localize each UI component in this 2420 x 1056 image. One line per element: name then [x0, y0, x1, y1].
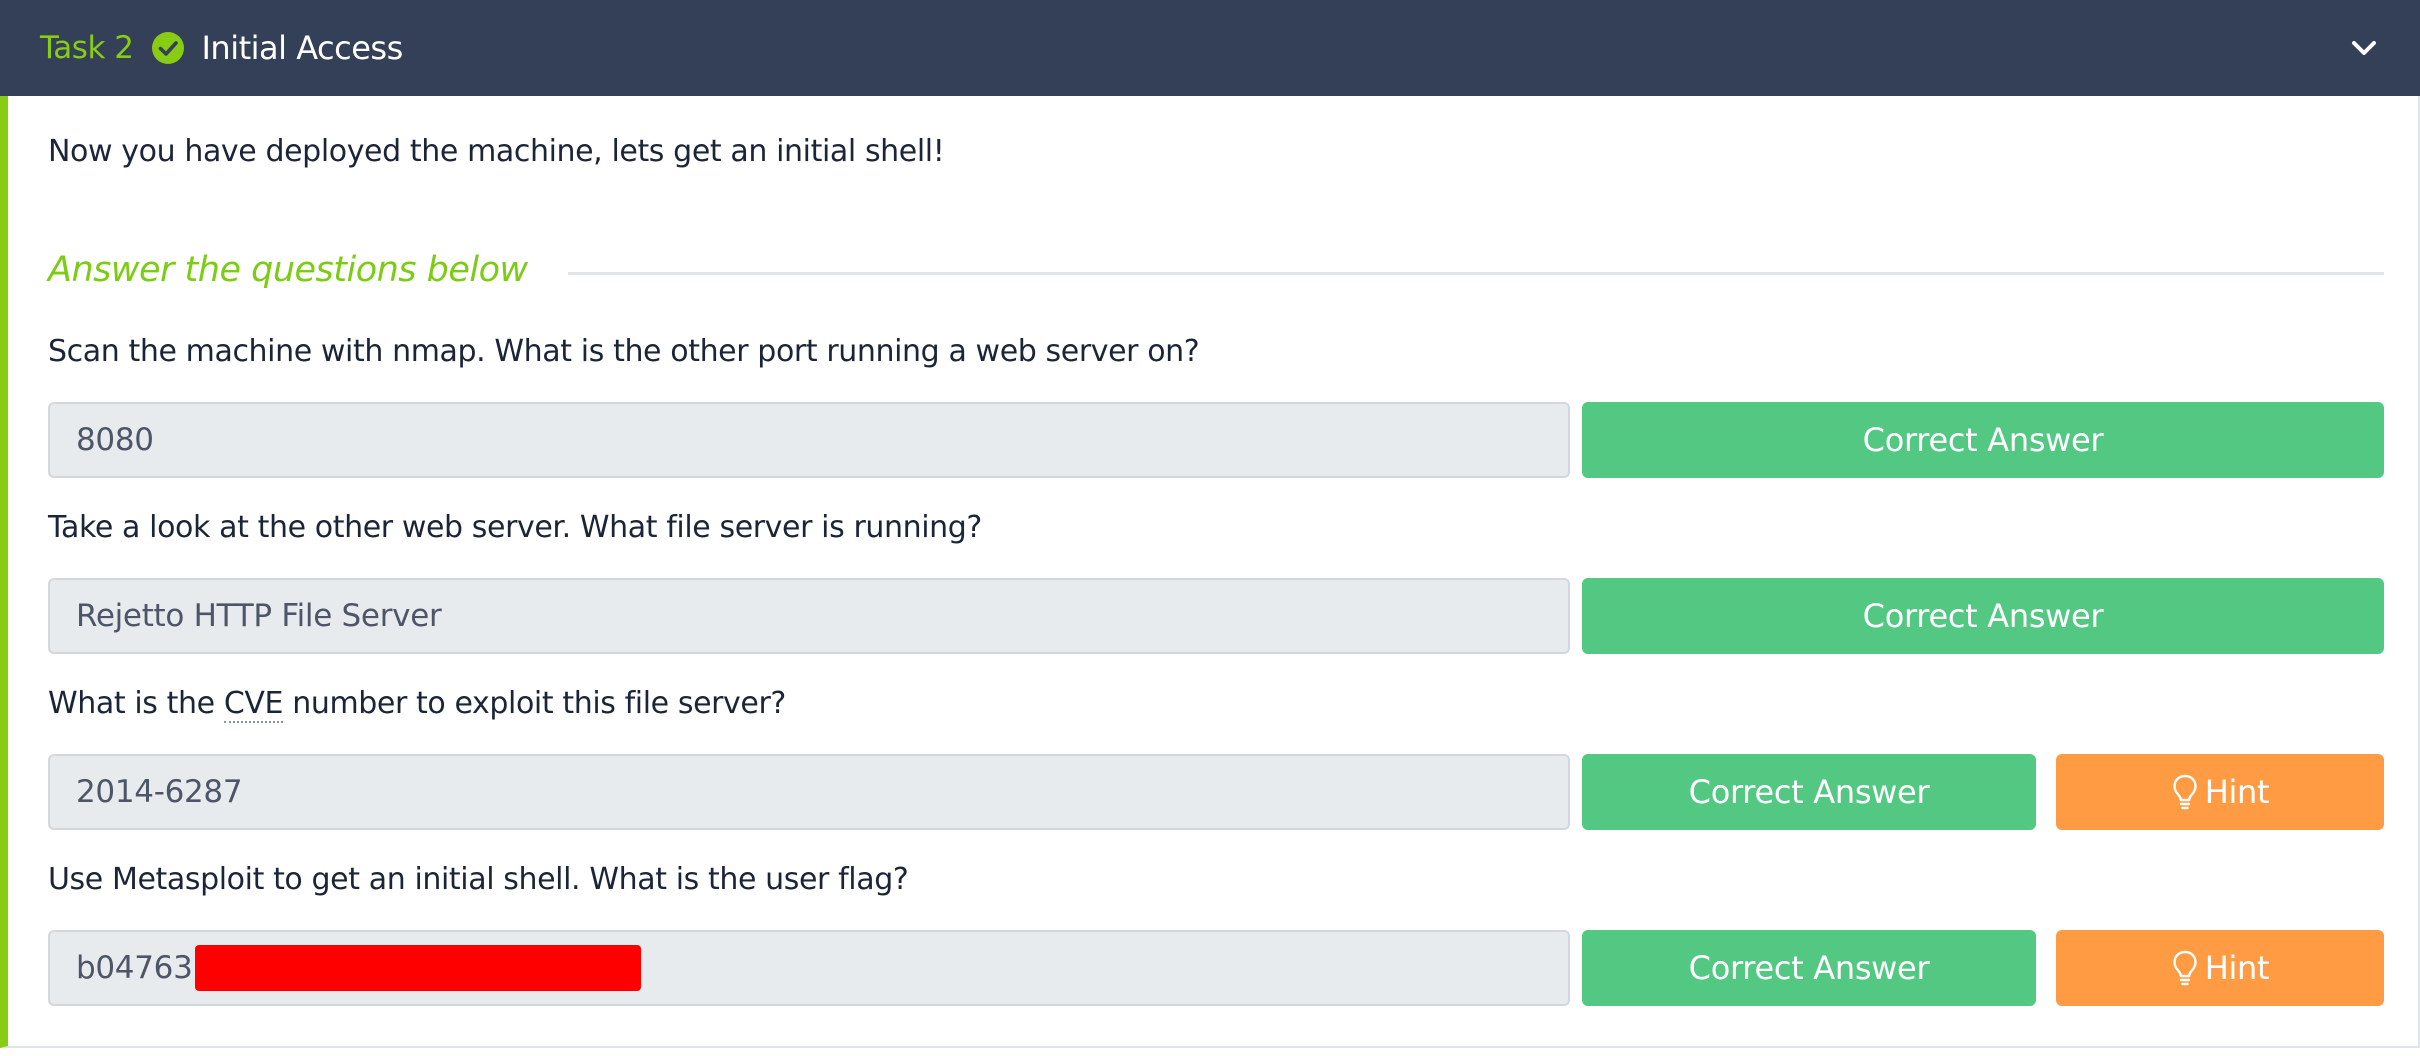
question-1-correct-answer-label: Correct Answer [1862, 421, 2104, 459]
lightbulb-icon [2173, 774, 2197, 810]
question-3-text-before: What is the [48, 686, 224, 721]
section-heading: Answer the questions below [48, 250, 528, 290]
question-4-correct-answer-button[interactable]: Correct Answer [1582, 930, 2036, 1006]
section-divider [568, 272, 2384, 275]
lightbulb-icon [2173, 950, 2197, 986]
check-circle-icon [152, 32, 185, 64]
question-1-text: Scan the machine with nmap. What is the … [48, 334, 1200, 369]
question-3-text-after: number to exploit this file server? [283, 686, 786, 721]
question-1-answer-value: 8080 [76, 422, 154, 458]
redaction-block [194, 945, 641, 991]
question-3-answer-value: 2014-6287 [76, 774, 243, 810]
question-3-hint-label: Hint [2204, 773, 2270, 811]
question-4-correct-answer-label: Correct Answer [1688, 949, 1930, 987]
question-3-hint-button[interactable]: Hint [2056, 754, 2384, 830]
question-4-text: Use Metasploit to get an initial shell. … [48, 862, 909, 897]
chevron-down-icon[interactable] [2342, 26, 2386, 70]
question-2-correct-answer-label: Correct Answer [1862, 597, 2104, 635]
question-4-hint-label: Hint [2204, 949, 2270, 987]
question-2-correct-answer-button[interactable]: Correct Answer [1582, 578, 2384, 654]
question-2-text: Take a look at the other web server. Wha… [48, 510, 982, 545]
task-header[interactable]: Task 2 Initial Access [0, 0, 2420, 96]
question-4-answer-value: b04763 [76, 950, 193, 986]
question-2-answer-value: Rejetto HTTP File Server [76, 598, 442, 634]
question-3-text: What is the CVE number to exploit this f… [48, 686, 786, 723]
question-1-answer-field[interactable]: 8080 [48, 402, 1570, 478]
question-3-answer-field[interactable]: 2014-6287 [48, 754, 1570, 830]
task-title: Initial Access [201, 29, 403, 67]
question-1-correct-answer-button[interactable]: Correct Answer [1582, 402, 2384, 478]
question-4-answer-field[interactable]: b04763 [48, 930, 1570, 1006]
question-2-answer-field[interactable]: Rejetto HTTP File Server [48, 578, 1570, 654]
question-3-correct-answer-label: Correct Answer [1688, 773, 1930, 811]
task-intro-text: Now you have deployed the machine, lets … [48, 134, 945, 169]
cve-abbreviation[interactable]: CVE [223, 686, 283, 723]
task-number: Task 2 [40, 30, 134, 66]
question-4-hint-button[interactable]: Hint [2056, 930, 2384, 1006]
question-3-correct-answer-button[interactable]: Correct Answer [1582, 754, 2036, 830]
task-body: Now you have deployed the machine, lets … [0, 96, 2420, 1048]
